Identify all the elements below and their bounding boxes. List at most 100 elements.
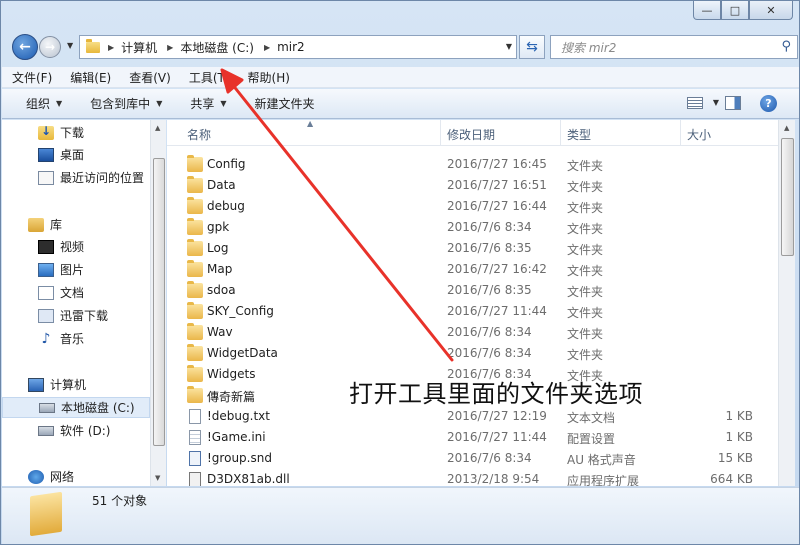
file-date: 2016/7/27 16:44 (447, 199, 547, 213)
file-row[interactable]: Log 2016/7/6 8:35 文件夹 (167, 238, 778, 259)
file-type: 文本文档 (567, 411, 616, 425)
nav-item-documents[interactable]: 文档 (2, 282, 150, 303)
nav-item-drive-d[interactable]: 软件 (D:) (2, 420, 150, 441)
back-button[interactable]: ← (12, 34, 38, 60)
nav-item-label: 视频 (60, 240, 85, 254)
folder-icon (187, 302, 203, 319)
file-row[interactable]: gpk 2016/7/6 8:34 文件夹 (167, 217, 778, 238)
navigation-pane-scrollbar[interactable]: ▲ ▼ (150, 120, 166, 486)
menu-view[interactable]: 查看(V) (129, 69, 171, 86)
nav-item-network[interactable]: 网络 (2, 466, 150, 486)
change-view-icon[interactable] (687, 97, 703, 109)
nav-item-downloads[interactable]: 下载 (2, 122, 150, 143)
file-size: 1 KB (725, 409, 753, 423)
forward-button[interactable]: → (39, 36, 61, 58)
file-size: 15 KB (717, 451, 753, 465)
scroll-up-icon[interactable]: ▲ (155, 124, 160, 132)
nav-item-label: 文档 (60, 286, 85, 300)
file-row[interactable]: Config 2016/7/27 16:45 文件夹 (167, 154, 778, 175)
scrollbar-thumb[interactable] (781, 138, 794, 256)
nav-item-recent-places[interactable]: 最近访问的位置 (2, 167, 150, 188)
maximize-button[interactable]: □ (721, 1, 749, 20)
file-date: 2016/7/6 8:35 (447, 241, 532, 255)
file-row[interactable]: !group.snd 2016/7/6 8:34 AU 格式声音 15 KB (167, 448, 778, 469)
libraries-icon (28, 217, 44, 232)
minimize-button[interactable]: — (693, 1, 721, 20)
nav-item-thunder-downloads[interactable]: 迅雷下载 (2, 305, 150, 326)
recent-pages-dropdown-icon[interactable]: ▼ (67, 41, 73, 50)
nav-item-pictures[interactable]: 图片 (2, 259, 150, 280)
search-icon[interactable]: ⚲ (781, 39, 791, 54)
command-bar: 组织 ▼ 包含到库中 ▼ 共享 ▼ 新建文件夹 ▼ ? (2, 89, 799, 119)
file-row[interactable]: WidgetData 2016/7/6 8:34 文件夹 (167, 343, 778, 364)
folder-icon (187, 197, 203, 214)
file-row[interactable]: !debug.txt 2016/7/27 12:19 文本文档 1 KB (167, 406, 778, 427)
file-type: 文件夹 (567, 243, 604, 257)
item-count: 51 个对象 (92, 494, 148, 508)
new-folder-button[interactable]: 新建文件夹 (255, 95, 315, 112)
menu-edit[interactable]: 编辑(E) (70, 69, 111, 86)
file-row[interactable]: Wav 2016/7/6 8:34 文件夹 (167, 322, 778, 343)
breadcrumb-separator-icon[interactable]: ▶ (167, 43, 173, 52)
column-divider[interactable] (440, 120, 441, 146)
text-file-icon (189, 409, 201, 424)
address-bar[interactable]: ▶ 计算机 ▶ 本地磁盘 (C:) ▶ mir2 ▼ (79, 35, 517, 59)
nav-item-label: 最近访问的位置 (60, 171, 145, 185)
breadcrumb-mir2[interactable]: mir2 (277, 40, 305, 54)
file-row[interactable]: sdoa 2016/7/6 8:35 文件夹 (167, 280, 778, 301)
file-row[interactable]: Data 2016/7/27 16:51 文件夹 (167, 175, 778, 196)
file-name: 傳奇新篇 (207, 390, 256, 404)
navigation-row: ← → ▼ ▶ 计算机 ▶ 本地磁盘 (C:) ▶ mir2 ▼ ⇆ 搜索 mi… (9, 33, 798, 61)
refresh-button[interactable]: ⇆ (519, 35, 545, 59)
close-button[interactable]: ✕ (749, 1, 793, 20)
menu-help[interactable]: 帮助(H) (248, 69, 290, 86)
file-type: 文件夹 (567, 201, 604, 215)
file-type: 应用程序扩展 (567, 474, 640, 486)
file-row[interactable]: !Game.ini 2016/7/27 11:44 配置设置 1 KB (167, 427, 778, 448)
help-icon[interactable]: ? (760, 95, 777, 112)
file-row[interactable]: SKY_Config 2016/7/27 11:44 文件夹 (167, 301, 778, 322)
annotation-text: 打开工具里面的文件夹选项 (349, 380, 643, 408)
scrollbar-thumb[interactable] (153, 158, 165, 446)
column-header-modified[interactable]: 修改日期 (447, 126, 495, 146)
address-history-dropdown-icon[interactable]: ▼ (506, 42, 512, 51)
nav-item-computer[interactable]: 计算机 (2, 374, 150, 395)
column-divider[interactable] (680, 120, 681, 146)
include-in-library-button[interactable]: 包含到库中 ▼ (90, 95, 162, 112)
file-row[interactable]: debug 2016/7/27 16:44 文件夹 (167, 196, 778, 217)
breadcrumb-separator-icon[interactable]: ▶ (264, 43, 270, 52)
menu-file[interactable]: 文件(F) (12, 69, 52, 86)
nav-item-music[interactable]: ♪ 音乐 (2, 328, 150, 349)
file-row[interactable]: D3DX81ab.dll 2013/2/18 9:54 应用程序扩展 664 KB (167, 469, 778, 486)
nav-item-videos[interactable]: 视频 (2, 236, 150, 257)
preview-pane-icon[interactable] (725, 96, 741, 110)
column-header-size[interactable]: 大小 (687, 126, 711, 146)
column-header-name[interactable]: 名称 (187, 126, 211, 146)
file-date: 2016/7/27 16:42 (447, 262, 547, 276)
computer-icon (28, 377, 44, 392)
nav-item-libraries[interactable]: 库 (2, 214, 150, 235)
breadcrumb-computer[interactable]: 计算机 (121, 39, 157, 56)
file-row[interactable]: Map 2016/7/27 16:42 文件夹 (167, 259, 778, 280)
menu-tools[interactable]: 工具(T) (189, 69, 230, 86)
scroll-up-icon[interactable]: ▲ (784, 124, 789, 132)
file-list-scrollbar[interactable]: ▲ (778, 120, 795, 486)
nav-item-drive-c[interactable]: 本地磁盘 (C:) (2, 397, 150, 418)
nav-item-label: 本地磁盘 (C:) (61, 401, 135, 415)
search-placeholder: 搜索 mir2 (561, 40, 617, 55)
scroll-down-icon[interactable]: ▼ (155, 474, 160, 482)
file-name: Map (207, 262, 233, 276)
folder-icon (187, 239, 203, 256)
breadcrumb-drive-c[interactable]: 本地磁盘 (C:) (180, 39, 254, 56)
search-input[interactable]: 搜索 mir2 ⚲ (550, 35, 798, 59)
column-header-type[interactable]: 类型 (567, 126, 591, 146)
organize-button[interactable]: 组织 ▼ (26, 95, 62, 112)
column-divider[interactable] (560, 120, 561, 146)
nav-item-desktop[interactable]: 桌面 (2, 144, 150, 165)
breadcrumb-separator-icon[interactable]: ▶ (108, 43, 114, 52)
file-name: gpk (207, 220, 230, 234)
drive-d-icon (38, 425, 54, 436)
share-button[interactable]: 共享 ▼ (190, 95, 226, 112)
view-options-dropdown-icon[interactable]: ▼ (713, 98, 719, 107)
pictures-icon (38, 262, 54, 277)
